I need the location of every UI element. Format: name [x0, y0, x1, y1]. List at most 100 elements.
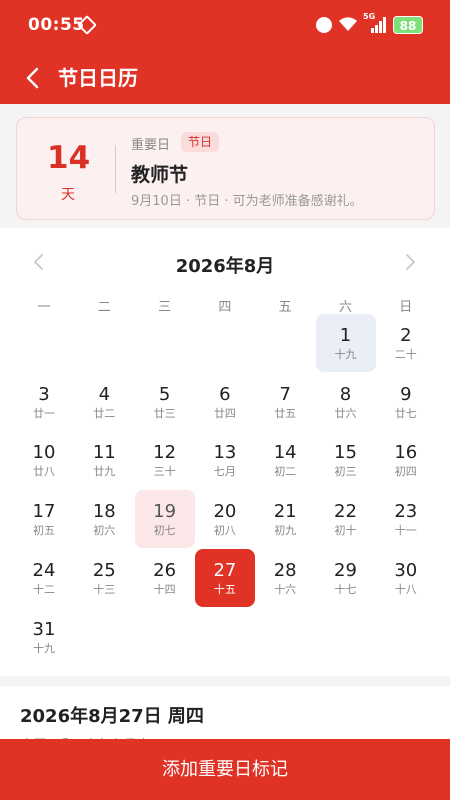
- lunar-day: 十九: [33, 641, 55, 655]
- calendar-day[interactable]: 26 十四: [135, 549, 195, 607]
- calendar-day[interactable]: 28 十六: [255, 549, 315, 607]
- lunar-day: 初四: [394, 465, 417, 479]
- day-number: 23: [394, 501, 418, 523]
- days-remaining: 14: [47, 140, 91, 176]
- calendar-day[interactable]: 20 初八: [195, 490, 255, 548]
- lunar-day: 初九: [274, 524, 297, 538]
- day-number: 16: [394, 442, 418, 464]
- lunar-day: 十六: [274, 582, 297, 596]
- status-time: 00:55: [28, 15, 85, 35]
- calendar-day[interactable]: 3 廿一: [14, 373, 74, 431]
- wifi-icon: [339, 17, 357, 31]
- day-number: 10: [32, 442, 56, 464]
- lunar-day: 廿八: [33, 465, 55, 479]
- day-number: 26: [153, 559, 177, 581]
- day-number: 31: [32, 618, 56, 640]
- calendar-day[interactable]: 21 初九: [255, 490, 315, 548]
- day-number: 27: [213, 559, 237, 581]
- calendar-day[interactable]: 5 廿三: [135, 373, 195, 431]
- selected-date: 2026年8月27日 周四: [20, 706, 204, 727]
- event-type-badge: 节日: [181, 132, 220, 152]
- day-number: 30: [394, 559, 418, 581]
- day-number: 19: [153, 501, 177, 523]
- countdown-section: 14 天 重要日 节日 教师节 9月10日 · 节日 · 可为老师准备感谢礼。: [0, 104, 450, 228]
- day-number: 5: [158, 383, 171, 405]
- page-title: 节日日历: [58, 66, 138, 90]
- calendar-day[interactable]: 13 七月: [195, 431, 255, 489]
- calendar-day[interactable]: 25 十三: [74, 549, 134, 607]
- add-important-day-button[interactable]: 添加重要日标记: [0, 739, 450, 800]
- lunar-day: 三十: [153, 465, 176, 479]
- calendar-day[interactable]: 15 初三: [316, 431, 376, 489]
- next-month-icon[interactable]: [400, 252, 420, 272]
- lunar-day: 十三: [93, 582, 116, 596]
- day-number: 20: [213, 501, 237, 523]
- card-divider: [115, 145, 116, 193]
- calendar-day[interactable]: 9 廿七: [376, 373, 436, 431]
- calendar-day[interactable]: 19 初七: [134, 490, 195, 549]
- calendar-day[interactable]: 29 十七: [316, 549, 376, 607]
- calendar-day[interactable]: 17 初五: [14, 490, 74, 548]
- lunar-day: 廿五: [274, 406, 297, 420]
- day-number: 7: [279, 383, 291, 405]
- back-arrow-icon[interactable]: [20, 64, 48, 92]
- calendar-day[interactable]: 23 十一: [376, 490, 436, 548]
- lunar-day: 十四: [153, 582, 176, 596]
- app-header: 00:55 5G 88 节日日历: [0, 0, 450, 104]
- calendar-day[interactable]: 22 初十: [316, 490, 376, 548]
- day-number: 22: [334, 501, 357, 523]
- lunar-day: 初六: [93, 524, 116, 538]
- calendar-day[interactable]: 16 初四: [376, 431, 436, 489]
- lunar-day: 初八: [213, 524, 236, 538]
- day-number: 21: [273, 501, 297, 523]
- calendar-day[interactable]: 4 廿二: [74, 373, 134, 431]
- battery-icon: 88: [393, 16, 423, 34]
- day-number: 6: [219, 383, 231, 405]
- alarm-icon: [316, 17, 332, 33]
- month-title: 2026年8月: [175, 256, 275, 277]
- day-number: 17: [32, 501, 56, 523]
- day-number: 11: [92, 442, 116, 464]
- weekday-label: 五: [278, 300, 292, 315]
- lunar-day: 十八: [394, 582, 417, 596]
- month-calendar: 2026年8月 一二三四五六日 1 十九 2 二十 3 廿一 4 廿二 5 廿三 6 廿四 7 廿五 8 廿六…: [0, 228, 450, 676]
- day-number: 3: [38, 383, 50, 405]
- lunar-day: 廿四: [213, 406, 236, 420]
- day-grid: 1 十九 2 二十 3 廿一 4 廿二 5 廿三 6 廿四 7 廿五 8 廿六 9 廿七 10 廿八 11 廿九 12 三十 1…: [14, 314, 436, 668]
- calendar-day[interactable]: 1 十九: [315, 314, 376, 372]
- calendar-day[interactable]: 27 十五: [194, 548, 255, 607]
- lunar-day: 初二: [274, 465, 297, 479]
- calendar-day[interactable]: 31 十九: [14, 608, 74, 666]
- calendar-day[interactable]: 30 十八: [376, 549, 436, 607]
- status-bar: 00:55 5G 88: [0, 0, 450, 52]
- lunar-day: 十五: [213, 582, 236, 596]
- weekday-label: 日: [399, 300, 413, 315]
- lunar-day: 初七: [153, 524, 176, 538]
- calendar-day[interactable]: 6 廿四: [195, 373, 255, 431]
- day-number: 9: [400, 383, 412, 405]
- calendar-day[interactable]: 24 十二: [14, 549, 74, 607]
- calendar-day[interactable]: 2 二十: [376, 314, 436, 372]
- weekday-label: 四: [218, 300, 232, 315]
- calendar-day[interactable]: 10 廿八: [14, 431, 74, 489]
- day-number: 1: [339, 325, 352, 346]
- calendar-day[interactable]: 14 初二: [255, 431, 315, 489]
- calendar-day[interactable]: 8 廿六: [316, 373, 376, 431]
- day-number: 29: [334, 559, 357, 581]
- calendar-day[interactable]: 11 廿九: [74, 431, 134, 489]
- lunar-day: 廿三: [153, 406, 176, 420]
- day-number: 8: [339, 383, 352, 405]
- day-number: 14: [273, 442, 297, 464]
- days-unit: 天: [61, 187, 75, 203]
- weekday-label: 二: [97, 300, 111, 315]
- lunar-day: 十一: [394, 524, 417, 538]
- day-number: 4: [98, 383, 111, 405]
- calendar-day[interactable]: 18 初六: [74, 490, 134, 548]
- calendar-day[interactable]: 7 廿五: [255, 373, 315, 431]
- lunar-day: 初五: [33, 524, 55, 538]
- countdown-card[interactable]: 14 天 重要日 节日 教师节 9月10日 · 节日 · 可为老师准备感谢礼。: [16, 117, 435, 220]
- day-number: 2: [400, 325, 412, 346]
- weekday-label: 六: [338, 300, 352, 315]
- calendar-day[interactable]: 12 三十: [135, 431, 195, 489]
- signal-icon: [371, 17, 386, 33]
